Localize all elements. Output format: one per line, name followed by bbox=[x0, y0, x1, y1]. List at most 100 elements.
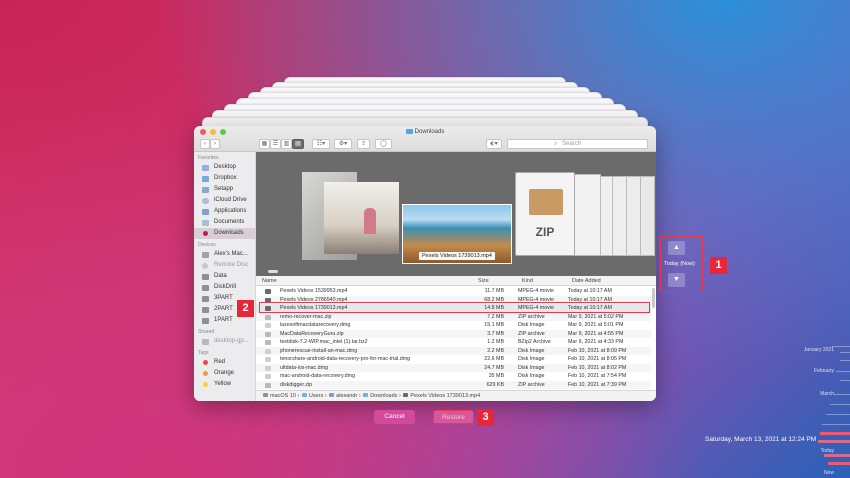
column-size[interactable]: Size bbox=[478, 278, 489, 284]
table-row[interactable]: mac-android-data-recovery.dmg 35 MB Disk I… bbox=[256, 372, 651, 381]
tag-button[interactable]: ◯ bbox=[375, 139, 392, 149]
sidebar-item-downloads[interactable]: Downloads bbox=[194, 228, 255, 239]
path-segment[interactable]: Users bbox=[309, 393, 323, 399]
timeline-label[interactable]: February bbox=[814, 368, 834, 374]
zip-file-icon bbox=[265, 314, 271, 320]
zip-file-icon[interactable]: ZIP bbox=[515, 172, 575, 256]
timeline-tick bbox=[840, 352, 850, 353]
sidebar-item-tag-yellow[interactable]: Yellow bbox=[194, 379, 255, 390]
table-row[interactable]: phonerescue-install-an-mac.dmg 2.2 MB Disk… bbox=[256, 346, 651, 355]
timeline-label[interactable]: Now bbox=[824, 470, 834, 476]
sidebar-item-tag-red[interactable]: Red bbox=[194, 357, 255, 368]
sidebar-item-icloud[interactable]: iCloud Drive bbox=[194, 195, 255, 206]
video-thumbnail-2[interactable] bbox=[324, 182, 399, 254]
timeline-label[interactable]: January 2021 bbox=[804, 347, 834, 353]
box-icon bbox=[529, 189, 563, 215]
path-segment[interactable]: Pexels Videos 1739013.mp4 bbox=[410, 393, 480, 399]
view-list-button[interactable]: ☰ bbox=[270, 139, 281, 149]
folder-icon bbox=[405, 129, 413, 134]
gallery-preview: Pexels Videos 1739013.mp4 ZIP bbox=[256, 152, 656, 276]
disk-image-icon bbox=[265, 348, 271, 354]
sidebar-item-tag-orange[interactable]: Orange bbox=[194, 368, 255, 379]
disk-image-icon bbox=[265, 357, 271, 362]
sidebar-item-setapp[interactable]: Setapp bbox=[194, 184, 255, 195]
sidebar-item-desktop[interactable]: Desktop bbox=[194, 162, 255, 173]
gallery-scrollbar[interactable] bbox=[268, 270, 278, 273]
table-row[interactable]: ultdata-ios-mac.dmg 24.7 MB Disk Image Feb … bbox=[256, 363, 651, 372]
share-button[interactable]: ⇪ bbox=[357, 139, 370, 149]
sidebar-item-data[interactable]: Data bbox=[194, 271, 255, 282]
documents-icon bbox=[202, 220, 209, 226]
time-down-button[interactable]: ▼ bbox=[668, 273, 685, 287]
sidebar-item-remote-disc[interactable]: Remote Disc bbox=[194, 260, 255, 271]
sidebar-header-shared: Shared bbox=[198, 329, 215, 335]
action-button[interactable]: ⚙▾ bbox=[334, 139, 352, 149]
chevron-right-icon: › bbox=[324, 393, 327, 399]
view-gallery-button[interactable]: ▤ bbox=[292, 139, 304, 149]
drive-icon bbox=[202, 285, 209, 291]
path-segment[interactable]: macOS 10 bbox=[270, 393, 296, 399]
zip-file-stack: ZIP bbox=[511, 172, 656, 262]
drive-icon bbox=[202, 318, 209, 324]
timeline-tick bbox=[824, 454, 850, 457]
window-title: Downloads bbox=[194, 129, 656, 135]
back-button[interactable]: ‹ bbox=[200, 139, 210, 149]
timeline-tick bbox=[822, 424, 850, 425]
column-name[interactable]: Name bbox=[262, 278, 277, 284]
timeline-tick bbox=[818, 440, 850, 443]
disk-image-icon bbox=[265, 323, 271, 328]
sidebar-item-diskdrill[interactable]: DiskDrill bbox=[194, 282, 255, 293]
chevron-right-icon: › bbox=[398, 393, 401, 399]
dropbox-icon bbox=[202, 176, 209, 182]
table-row[interactable]: testdisk-7.2-WIP.mac_intel (1).tar.bz2 1.… bbox=[256, 338, 651, 347]
time-up-button[interactable]: ▲ bbox=[668, 241, 685, 255]
timeline-tick bbox=[828, 462, 850, 465]
search-icon: ⌕ bbox=[554, 141, 558, 147]
time-nav-panel: ▲ Today (Now) ▼ bbox=[660, 236, 703, 292]
chevron-right-icon: › bbox=[358, 393, 361, 399]
restore-button[interactable]: Restore bbox=[433, 410, 474, 424]
disk-image-icon bbox=[265, 365, 271, 371]
cancel-button[interactable]: Cancel bbox=[374, 410, 415, 424]
downloads-icon bbox=[203, 231, 208, 236]
folder-icon bbox=[301, 393, 307, 397]
sidebar-item-applications[interactable]: Applications bbox=[194, 206, 255, 217]
view-columns-button[interactable]: ▥ bbox=[281, 139, 292, 149]
timeline-label[interactable]: March bbox=[820, 391, 834, 397]
chevron-right-icon: › bbox=[297, 393, 300, 399]
table-row[interactable]: MacDataRecoveryGuru.zip 3.7 MB ZIP archive… bbox=[256, 329, 651, 338]
cloud-icon bbox=[202, 198, 209, 204]
sidebar-header-devices: Devices bbox=[198, 242, 216, 248]
group-button[interactable]: ☷▾ bbox=[312, 139, 330, 149]
now-label: Today (Now) bbox=[664, 261, 695, 267]
zip-file-icon bbox=[265, 382, 271, 388]
forward-button[interactable]: › bbox=[210, 139, 220, 149]
timeline[interactable]: January 2021 February March Today Now bbox=[790, 330, 850, 478]
sidebar-item-documents[interactable]: Documents bbox=[194, 217, 255, 228]
sidebar-item-dropbox[interactable]: Dropbox bbox=[194, 173, 255, 184]
applications-icon bbox=[202, 209, 209, 215]
sidebar-item-desktop-gp[interactable]: desktop-gp... bbox=[194, 336, 255, 347]
toolbar: ‹ › ▦ ☰ ▥ ▤ ☷▾ ⚙▾ ⇪ ◯ ⬖▾ ⌕ Search bbox=[194, 139, 656, 150]
selected-row-highlight bbox=[259, 302, 650, 313]
table-row[interactable]: Pexels Videos 1539953.mp4 11.7 MB MPEG-4 m… bbox=[256, 287, 651, 296]
column-date-added[interactable]: Date Added bbox=[572, 278, 601, 284]
timeline-tick bbox=[840, 360, 850, 361]
list-header: Name Size Kind Date Added bbox=[256, 276, 656, 286]
timeline-tick bbox=[826, 414, 850, 415]
sidebar-header-tags: Tags bbox=[198, 350, 209, 356]
column-kind[interactable]: Kind bbox=[522, 278, 533, 284]
path-segment[interactable]: Downloads bbox=[370, 393, 397, 399]
table-row[interactable]: lazesoftmacdatarecovery.dmg 15.1 MB Disk I… bbox=[256, 321, 651, 330]
path-segment[interactable]: alexandr bbox=[336, 393, 357, 399]
table-row[interactable]: remo-recover-mac.zip 7.2 MB ZIP archive Mar… bbox=[256, 312, 651, 321]
search-input[interactable]: ⌕ Search bbox=[507, 139, 648, 149]
timeline-tick bbox=[830, 404, 850, 405]
network-icon bbox=[202, 339, 209, 345]
list-scrollbar[interactable] bbox=[652, 288, 655, 308]
view-icons-button[interactable]: ▦ bbox=[259, 139, 270, 149]
sidebar-item-mac[interactable]: Alex's Mac... bbox=[194, 249, 255, 260]
table-row[interactable]: tenorshare-android-data-recovery-pro-for… bbox=[256, 355, 651, 364]
table-row[interactable]: diskdigger.zip 629 KB ZIP archive Feb 10, 2… bbox=[256, 380, 651, 389]
dropbox-button[interactable]: ⬖▾ bbox=[486, 139, 502, 149]
